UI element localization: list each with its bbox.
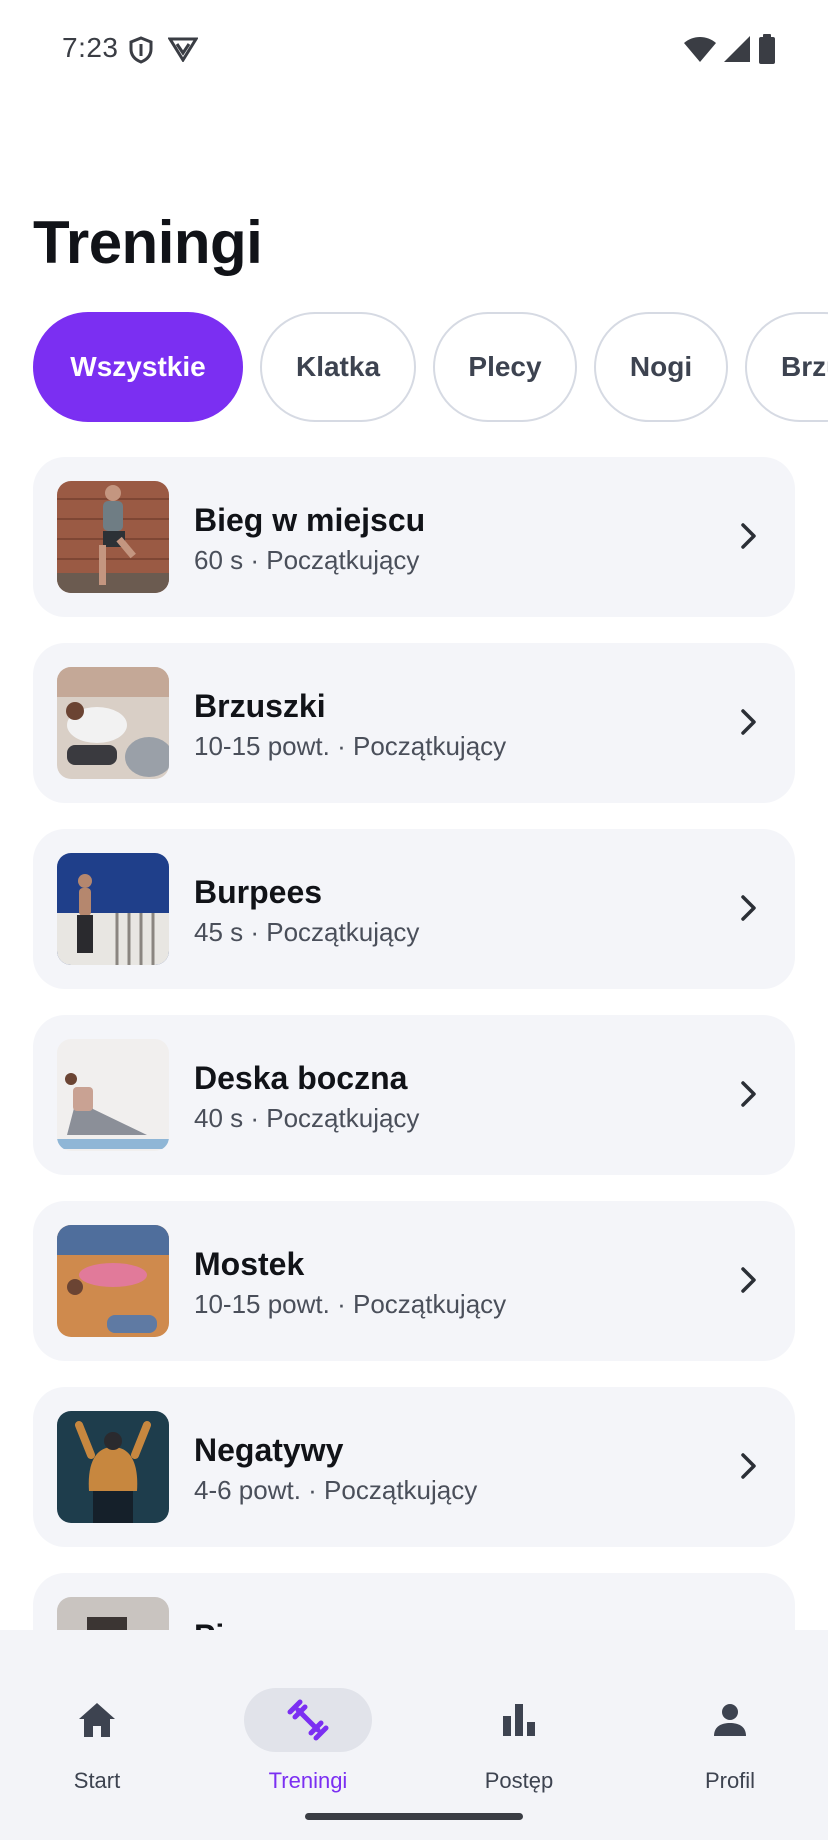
- status-left-icons: [128, 36, 199, 69]
- workout-subtitle: 40 s · Początkujący: [194, 1103, 420, 1133]
- filter-chips: Wszystkie Klatka Plecy Nogi Brzu: [0, 312, 828, 426]
- chip-back[interactable]: Plecy: [433, 312, 577, 422]
- chip-all[interactable]: Wszystkie: [33, 312, 243, 422]
- workout-title: Burpees: [194, 874, 323, 910]
- workout-thumbnail: [57, 853, 169, 965]
- chevron-right-icon: [739, 519, 759, 558]
- workout-thumbnail: [57, 1039, 169, 1151]
- workout-card[interactable]: Bieg w miejscu 60 s · Początkujący: [33, 457, 795, 617]
- workout-subtitle: 45 s · Początkujący: [194, 917, 420, 947]
- nav-item-progress[interactable]: Postęp: [429, 1660, 609, 1793]
- chevron-right-icon: [739, 891, 759, 930]
- workout-subtitle: 4-6 powt. · Początkujący: [194, 1475, 478, 1505]
- nav-item-workouts[interactable]: Treningi: [218, 1660, 398, 1793]
- workout-subtitle: 60 s · Początkujący: [194, 545, 420, 575]
- vpn-icon: [167, 36, 199, 69]
- workout-thumbnail: [57, 1411, 169, 1523]
- workout-card[interactable]: Negatywy 4-6 powt. · Początkujący: [33, 1387, 795, 1547]
- workout-subtitle: 10-15 powt. · Początkujący: [194, 1289, 507, 1319]
- nav-label: Postęp: [484, 1768, 554, 1793]
- nav-label: Profil: [704, 1768, 756, 1793]
- chevron-right-icon: [739, 1077, 759, 1116]
- workout-list: Bieg w miejscu 60 s · Początkujący Brzus…: [0, 456, 828, 1630]
- home-icon: [33, 1688, 161, 1752]
- home-indicator[interactable]: [305, 1813, 523, 1820]
- chip-legs[interactable]: Nogi: [594, 312, 728, 422]
- bar-chart-icon: [455, 1688, 583, 1752]
- chip-chest[interactable]: Klatka: [260, 312, 416, 422]
- workout-subtitle: 10-15 powt. · Początkujący: [194, 731, 507, 761]
- workout-card[interactable]: Brzuszki 10-15 powt. · Początkujący: [33, 643, 795, 803]
- shield-icon: [128, 36, 154, 69]
- chevron-right-icon: [739, 1449, 759, 1488]
- chevron-right-icon: [739, 705, 759, 744]
- page-title: Treningi: [33, 209, 263, 276]
- dumbbell-icon: [244, 1688, 372, 1752]
- workout-thumbnail: [57, 667, 169, 779]
- nav-item-start[interactable]: Start: [7, 1660, 187, 1793]
- status-time: 7:23: [62, 32, 119, 63]
- workout-thumbnail: [57, 1597, 169, 1630]
- chevron-right-icon: [739, 1263, 759, 1302]
- bottom-nav: Start Treningi Postęp Profil: [0, 1630, 828, 1840]
- nav-label: Start: [73, 1768, 121, 1793]
- person-icon: [666, 1688, 794, 1752]
- workout-card[interactable]: Mostek 10-15 powt. · Początkujący: [33, 1201, 795, 1361]
- workout-card[interactable]: Pi: [33, 1573, 795, 1630]
- workout-thumbnail: [57, 481, 169, 593]
- wifi-icon: [684, 36, 716, 67]
- workout-title: Bieg w miejscu: [194, 502, 426, 538]
- chip-abs[interactable]: Brzu: [745, 312, 828, 422]
- workout-thumbnail: [57, 1225, 169, 1337]
- nav-item-profile[interactable]: Profil: [640, 1660, 820, 1793]
- workout-card[interactable]: Burpees 45 s · Początkujący: [33, 829, 795, 989]
- workout-title: Brzuszki: [194, 688, 326, 724]
- status-bar: 7:23: [0, 0, 828, 100]
- workout-title: Mostek: [194, 1246, 305, 1282]
- status-right-icons: [684, 34, 776, 69]
- workout-card[interactable]: Deska boczna 40 s · Początkujący: [33, 1015, 795, 1175]
- nav-label: Treningi: [268, 1768, 348, 1793]
- workout-title: Pi: [194, 1618, 224, 1630]
- workout-title: Negatywy: [194, 1432, 344, 1468]
- workout-title: Deska boczna: [194, 1060, 408, 1096]
- signal-icon: [724, 36, 750, 67]
- battery-icon: [758, 34, 776, 69]
